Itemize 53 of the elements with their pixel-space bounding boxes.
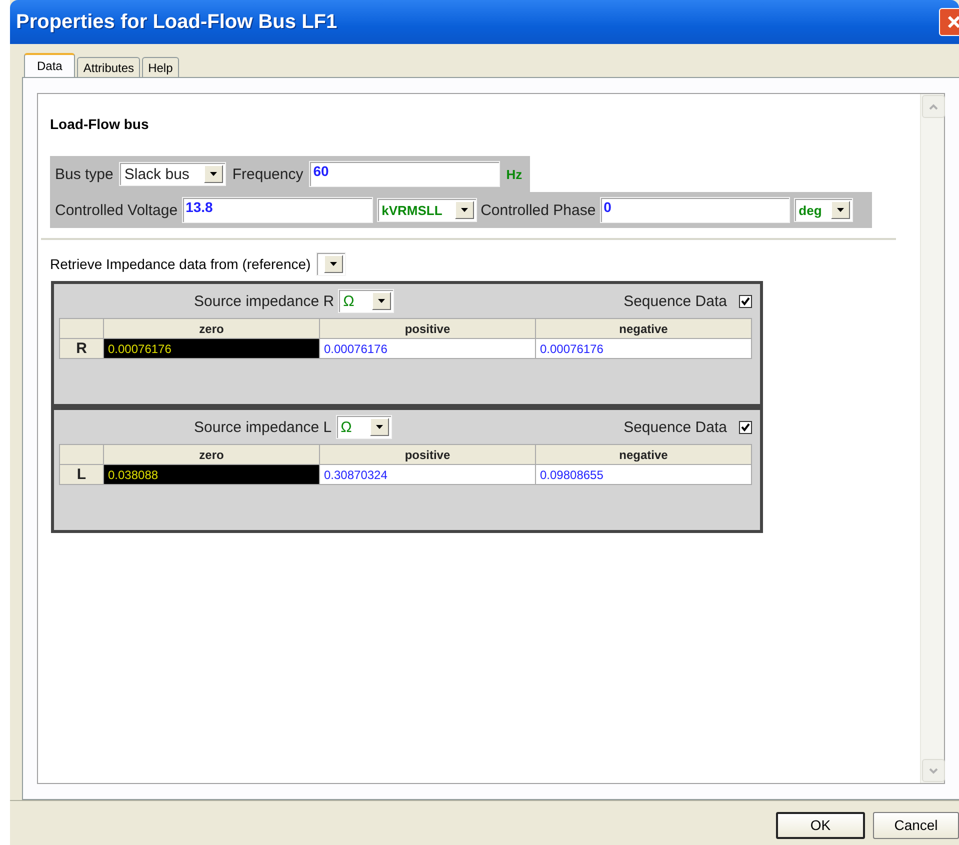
retrieve-label: Retrieve Impedance data from (reference) <box>50 256 311 272</box>
sequence-data-checkbox[interactable] <box>739 420 752 434</box>
phase-unit-dropdown[interactable]: deg <box>794 198 853 222</box>
chevron-up-icon <box>929 104 938 110</box>
tab[interactable]: Data <box>24 53 76 77</box>
controlled-phase-label: Controlled Phase <box>480 202 596 218</box>
caret-icon <box>378 299 386 303</box>
caret-icon <box>376 425 383 429</box>
caret-icon <box>210 172 218 176</box>
table-cell[interactable]: 0.00076176 <box>536 338 752 358</box>
unit-dropdown[interactable]: Ω <box>336 415 392 439</box>
impedance-label: Source impedance L <box>194 418 332 436</box>
voltage-field[interactable]: 13.8 <box>182 197 373 223</box>
tab[interactable]: Attributes <box>77 57 140 77</box>
dialog-button[interactable]: Cancel <box>873 812 959 838</box>
frequency-label: Frequency <box>232 166 304 182</box>
tab[interactable]: Help <box>142 57 179 77</box>
row-header: R <box>60 338 104 358</box>
corner-cell <box>60 444 104 464</box>
row-header: L <box>60 464 104 484</box>
reference-dropdown[interactable] <box>316 252 346 276</box>
caret-icon <box>460 208 468 212</box>
phase-field[interactable]: 0 <box>600 197 790 223</box>
table-cell[interactable]: 0.00076176 <box>320 338 536 358</box>
controlled-voltage-label: Controlled Voltage <box>55 202 178 218</box>
column-header: negative <box>536 318 752 338</box>
corner-cell <box>60 318 104 338</box>
sequence-data-label: Sequence Data <box>624 418 727 436</box>
dialog-button[interactable]: OK <box>776 812 865 838</box>
table-cell[interactable]: 0.30870324 <box>320 464 536 484</box>
caret-icon <box>836 208 844 212</box>
column-header: zero <box>104 444 320 464</box>
impedance-label: Source impedance R <box>194 292 334 310</box>
bus-type-label: Bus type <box>55 166 114 182</box>
frequency-field[interactable]: 60 <box>309 161 500 187</box>
voltage-unit-dropdown[interactable]: kVRMSLL <box>376 198 477 222</box>
table-cell[interactable]: 0.038088 <box>104 464 320 484</box>
close-icon <box>947 15 959 29</box>
frequency-unit: Hz <box>506 166 522 182</box>
column-header: positive <box>320 444 536 464</box>
table-cell[interactable]: 0.09808655 <box>536 464 752 484</box>
chevron-down-icon <box>929 768 938 774</box>
column-header: positive <box>320 318 536 338</box>
bus-type-dropdown[interactable]: Slack bus <box>119 162 226 186</box>
sequence-data-label: Sequence Data <box>624 292 727 310</box>
column-header: negative <box>536 444 752 464</box>
section-title: Load-Flow bus <box>50 116 150 132</box>
caret-icon <box>330 262 337 266</box>
column-header: zero <box>104 318 320 338</box>
window-title: Properties for Load-Flow Bus LF1 <box>15 10 338 34</box>
unit-dropdown[interactable]: Ω <box>338 289 394 313</box>
table-cell[interactable]: 0.00076176 <box>104 338 320 358</box>
sequence-data-checkbox[interactable] <box>739 294 752 308</box>
